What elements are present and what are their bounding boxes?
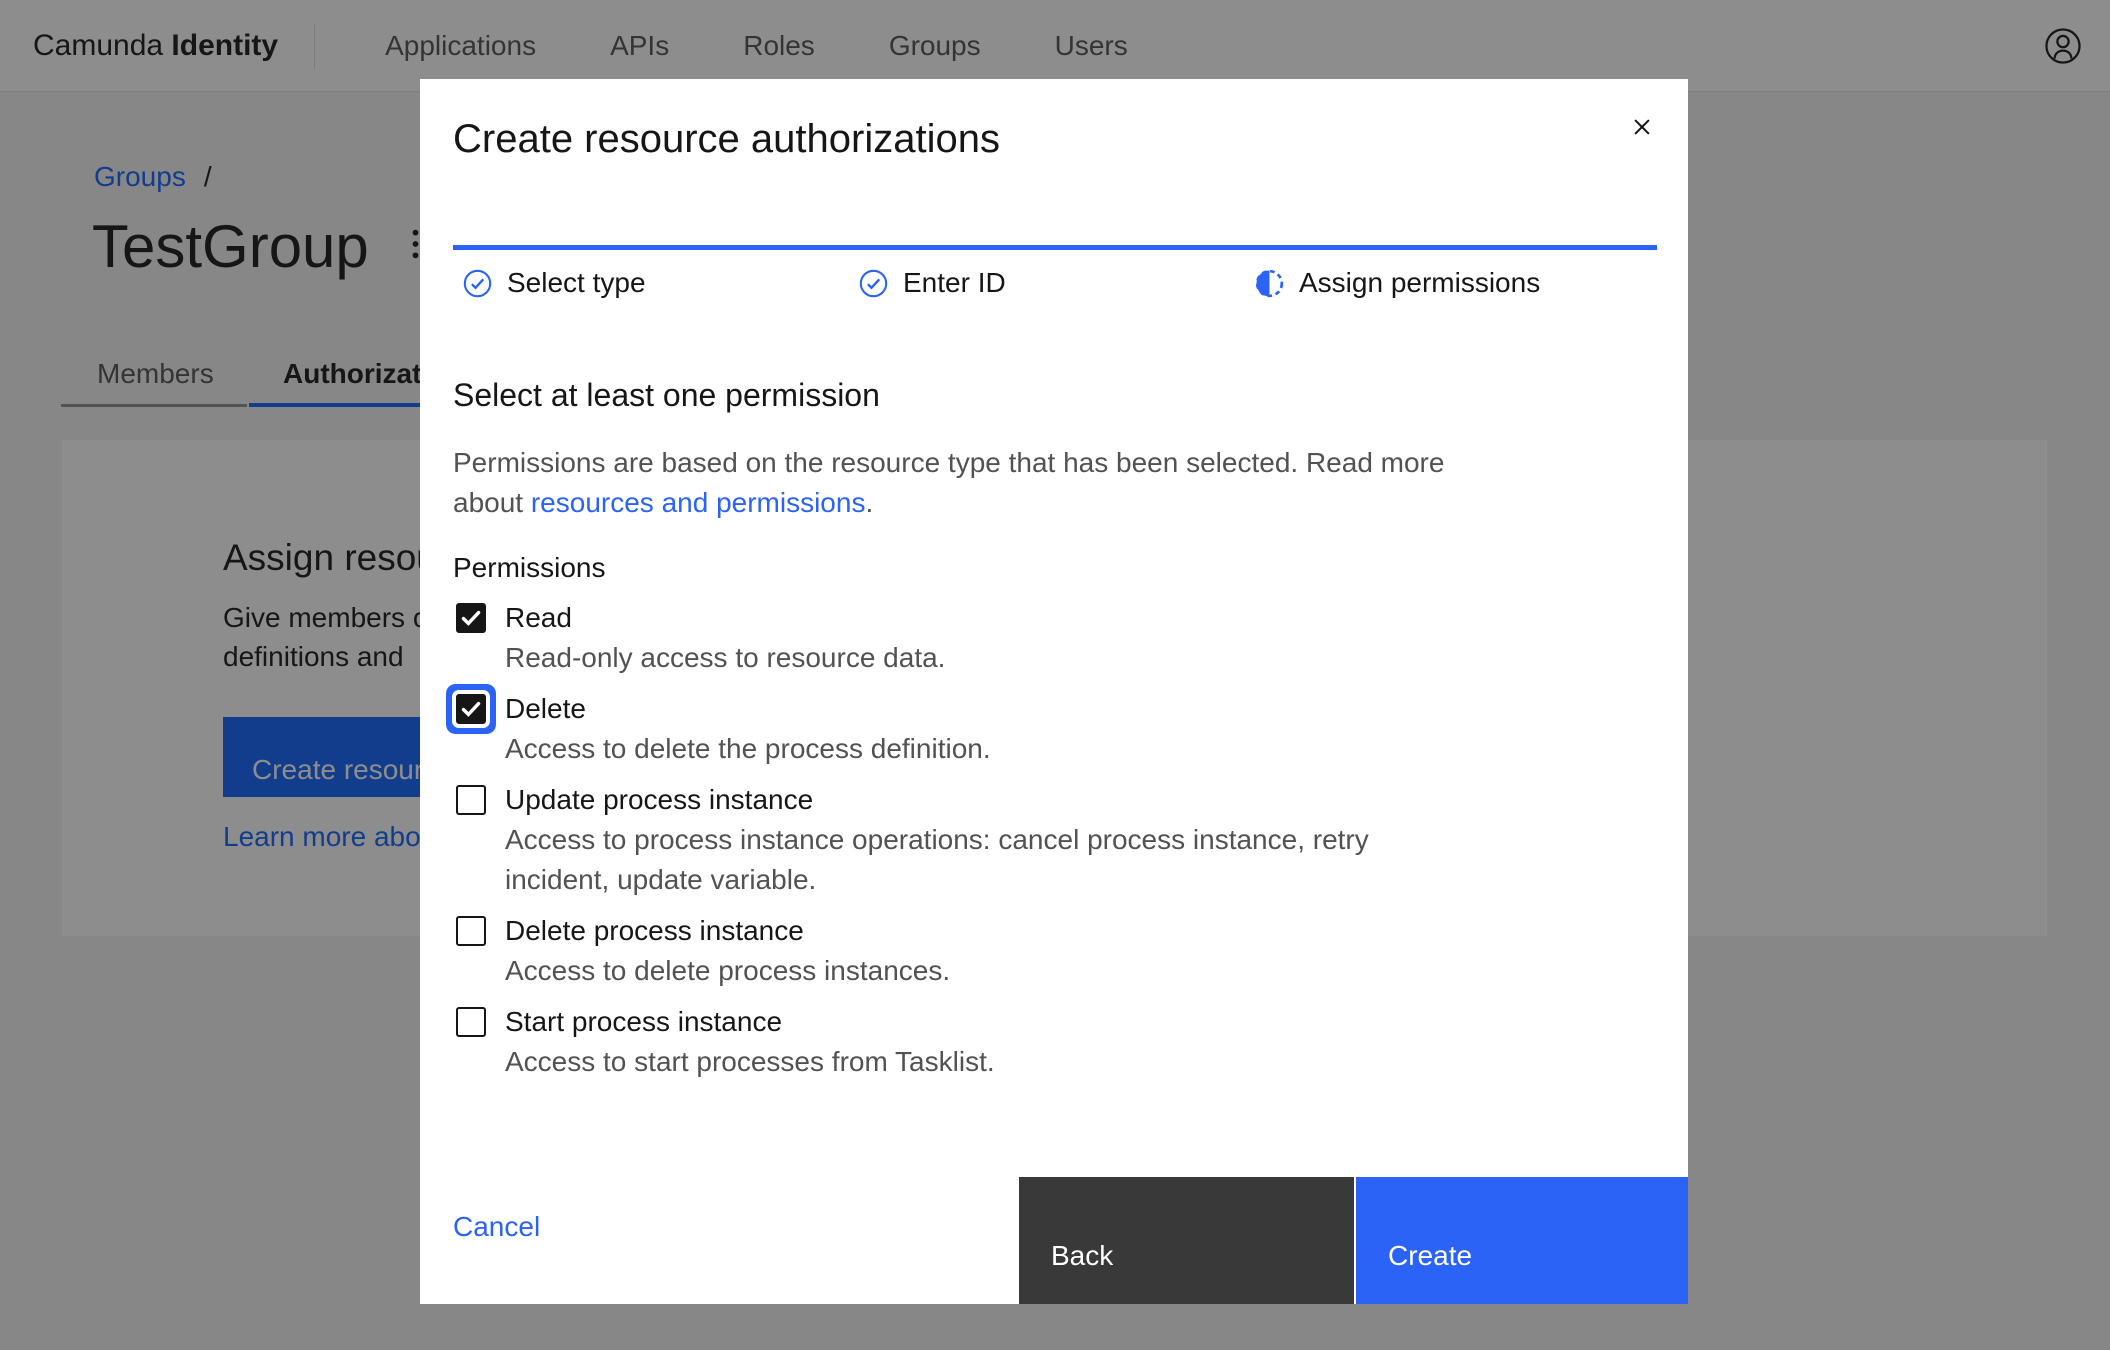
progress-indicator-line — [453, 245, 1657, 250]
permission-description: Read-only access to resource data. — [505, 642, 946, 673]
step-label: Select type — [507, 267, 646, 298]
checkbox-icon[interactable] — [456, 785, 486, 815]
step-enter-id[interactable]: Enter ID — [859, 265, 1006, 301]
permission-description: Access to process instance operations: c… — [505, 824, 1369, 895]
create-authorizations-modal: Create resource authorizations Select ty… — [420, 79, 1688, 1304]
checkbox-delete[interactable]: Delete — [456, 692, 1369, 726]
permission-label: Read — [505, 602, 572, 633]
permission-description: Access to delete the process definition. — [505, 733, 991, 764]
permission-item-update-process-instance: Update process instance Access to proces… — [456, 783, 1369, 900]
description-line1: Permissions are based on the resource ty… — [453, 447, 1445, 478]
close-icon[interactable] — [1618, 104, 1666, 152]
checkbox-icon[interactable] — [456, 916, 486, 946]
permissions-description: Permissions are based on the resource ty… — [453, 443, 1444, 523]
permissions-list: Read Read-only access to resource data. … — [456, 601, 1369, 1096]
permission-item-delete-process-instance: Delete process instance Access to delete… — [456, 914, 1369, 991]
permission-label: Start process instance — [505, 1006, 783, 1037]
permission-description: Access to start processes from Tasklist. — [505, 1046, 995, 1077]
permission-label: Update process instance — [505, 784, 814, 815]
resources-permissions-link[interactable]: resources and permissions — [531, 487, 866, 518]
checkbox-start-process-instance[interactable]: Start process instance — [456, 1005, 1369, 1039]
step-complete-icon — [463, 269, 492, 298]
permission-item-read: Read Read-only access to resource data. — [456, 601, 1369, 678]
permission-description: Access to delete process instances. — [505, 955, 951, 986]
checkbox-icon[interactable] — [456, 1007, 486, 1037]
permissions-group-label: Permissions — [453, 552, 606, 583]
modal-title: Create resource authorizations — [453, 117, 1000, 161]
checkbox-delete-process-instance[interactable]: Delete process instance — [456, 914, 1369, 948]
permission-label: Delete process instance — [505, 915, 804, 946]
section-heading: Select at least one permission — [453, 377, 880, 413]
permission-item-start-process-instance: Start process instance Access to start p… — [456, 1005, 1369, 1082]
step-select-type[interactable]: Select type — [463, 265, 646, 301]
cancel-button[interactable]: Cancel — [453, 1211, 540, 1243]
screen: Camunda Identity Applications APIs Roles… — [0, 0, 2110, 1350]
description-line2-prefix: about — [453, 487, 531, 518]
permission-label: Delete — [505, 693, 586, 724]
checkbox-icon[interactable] — [456, 603, 486, 633]
description-line2-suffix: . — [865, 487, 874, 518]
checkbox-read[interactable]: Read — [456, 601, 1369, 635]
permission-item-delete: Delete Access to delete the process defi… — [456, 692, 1369, 769]
description-line2: about resources and permissions. — [453, 483, 1444, 523]
checkbox-update-process-instance[interactable]: Update process instance — [456, 783, 1369, 817]
step-label: Enter ID — [903, 267, 1006, 298]
step-complete-icon — [859, 269, 888, 298]
back-button[interactable]: Back — [1019, 1177, 1354, 1304]
step-current-icon — [1255, 269, 1284, 298]
create-button[interactable]: Create — [1356, 1177, 1688, 1304]
checkbox-icon[interactable] — [456, 694, 486, 724]
step-assign-permissions[interactable]: Assign permissions — [1255, 265, 1540, 301]
step-label: Assign permissions — [1299, 267, 1541, 298]
